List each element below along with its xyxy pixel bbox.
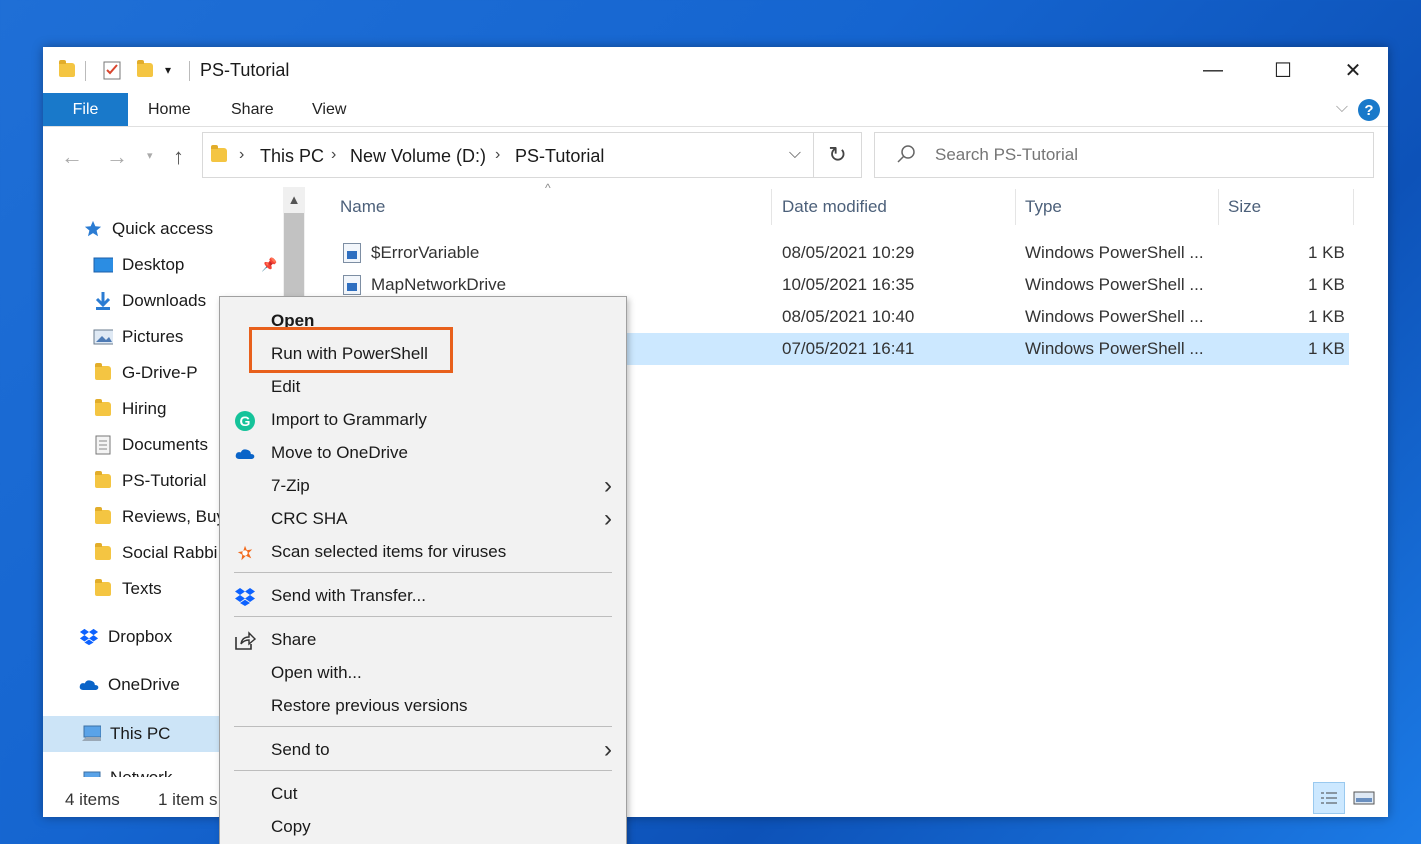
sidebar-item-quick-access[interactable]: Quick access [43,214,298,244]
refresh-button[interactable]: ↻ [814,132,862,178]
window-title: PS-Tutorial [200,60,290,80]
column-headers: ^ Name Date modified Type Size [323,181,1354,229]
onedrive-icon [234,443,256,465]
submenu-chevron-icon: › [604,472,612,499]
chevron-right-icon[interactable]: › [239,146,244,164]
menu-item-copy[interactable]: Copy [220,811,626,843]
details-view-icon [1321,792,1337,804]
highlight-box [249,327,453,373]
download-icon [93,292,113,310]
menu-item-import-to-grammarly[interactable]: G Import to Grammarly [220,404,626,436]
menu-item-scan-viruses[interactable]: Scan selected items for viruses [220,536,626,568]
menu-item-crc-sha[interactable]: CRC SHA › [220,503,626,535]
menu-item-send-to[interactable]: Send to › [220,734,626,766]
pictures-icon [93,328,113,346]
dropbox-icon [79,628,99,646]
folder-icon [59,59,75,81]
column-date-modified[interactable]: Date modified [782,197,887,217]
menu-item-share[interactable]: Share [220,624,626,656]
selection-count: 1 item s [158,790,218,809]
grammarly-icon: G [234,410,256,432]
title-bar: ▾ PS-Tutorial — ☐ ✕ [43,47,1388,93]
menu-item-edit[interactable]: Edit [220,371,626,403]
chevron-right-icon[interactable]: › [495,146,500,164]
breadcrumb-this-pc[interactable]: This PC [260,146,324,167]
customize-toolbar-chevron-icon[interactable]: ▾ [165,59,171,81]
new-folder-icon[interactable] [137,59,153,81]
minimize-button[interactable]: — [1178,47,1248,93]
star-icon [83,220,103,238]
folder-icon [93,363,113,382]
menu-item-move-to-onedrive[interactable]: Move to OneDrive [220,437,626,469]
folder-icon [93,471,113,490]
search-icon [895,143,917,171]
folder-icon [93,507,113,526]
folder-icon [93,543,113,562]
share-icon [234,630,256,652]
powershell-script-icon [343,275,361,295]
submenu-chevron-icon: › [604,736,612,763]
menu-item-send-with-transfer[interactable]: Send with Transfer... [220,580,626,612]
column-name[interactable]: Name [340,197,385,217]
sidebar-item-desktop[interactable]: Desktop 📌 [43,250,298,280]
tab-home[interactable]: Home [148,101,191,119]
menu-item-restore-previous-versions[interactable]: Restore previous versions [220,690,626,722]
large-icons-view-icon [1353,791,1375,805]
column-type[interactable]: Type [1025,197,1062,217]
menu-item-cut[interactable]: Cut [220,778,626,810]
search-box[interactable] [874,132,1374,178]
chevron-right-icon[interactable]: › [331,146,336,164]
up-button[interactable]: ↑ [173,144,184,170]
maximize-button[interactable]: ☐ [1248,47,1318,93]
avast-icon [234,542,256,564]
breadcrumb-new-volume[interactable]: New Volume (D:) [350,146,486,167]
sort-ascending-icon: ^ [545,181,551,195]
menu-item-7-zip[interactable]: 7-Zip › [220,470,626,502]
forward-button[interactable]: → [106,144,128,170]
context-menu: Open Run with PowerShell Edit G Import t… [219,296,627,844]
column-size[interactable]: Size [1228,197,1261,217]
pin-icon: 📌 [261,257,278,272]
details-view-button[interactable] [1313,782,1345,814]
ribbon: File Home Share View ⌵ ? [43,93,1388,127]
back-button[interactable]: ← [61,144,83,170]
expand-ribbon-chevron-icon[interactable]: ⌵ [1336,99,1348,117]
tab-file[interactable]: File [43,93,128,126]
address-dropdown-chevron-icon[interactable]: ⌵ [789,145,801,163]
folder-icon [211,145,227,162]
recent-locations-chevron-icon[interactable]: ▾ [147,149,153,162]
svg-text:G: G [240,413,251,429]
large-icons-view-button[interactable] [1348,782,1380,814]
tab-view[interactable]: View [312,101,346,119]
item-count: 4 items [65,790,120,809]
tab-share[interactable]: Share [231,101,274,119]
dropbox-icon [234,586,256,608]
properties-icon[interactable] [103,59,121,81]
close-button[interactable]: ✕ [1318,47,1388,93]
address-bar[interactable]: › This PC › New Volume (D:) › PS-Tutoria… [202,132,814,178]
menu-item-open-with[interactable]: Open with... [220,657,626,689]
search-input[interactable] [935,145,1355,165]
folder-icon [93,399,113,418]
help-icon[interactable]: ? [1358,99,1380,121]
scroll-up-icon[interactable]: ▲ [283,187,305,211]
folder-icon [93,579,113,598]
submenu-chevron-icon: › [604,505,612,532]
onedrive-icon [79,676,99,694]
computer-icon [81,725,101,743]
table-row[interactable]: $ErrorVariable 08/05/2021 10:29 Windows … [333,237,1349,269]
desktop-icon [93,256,113,274]
network-icon [81,769,101,777]
documents-icon [93,435,113,455]
breadcrumb-ps-tutorial[interactable]: PS-Tutorial [515,146,604,167]
powershell-script-icon [343,243,361,263]
